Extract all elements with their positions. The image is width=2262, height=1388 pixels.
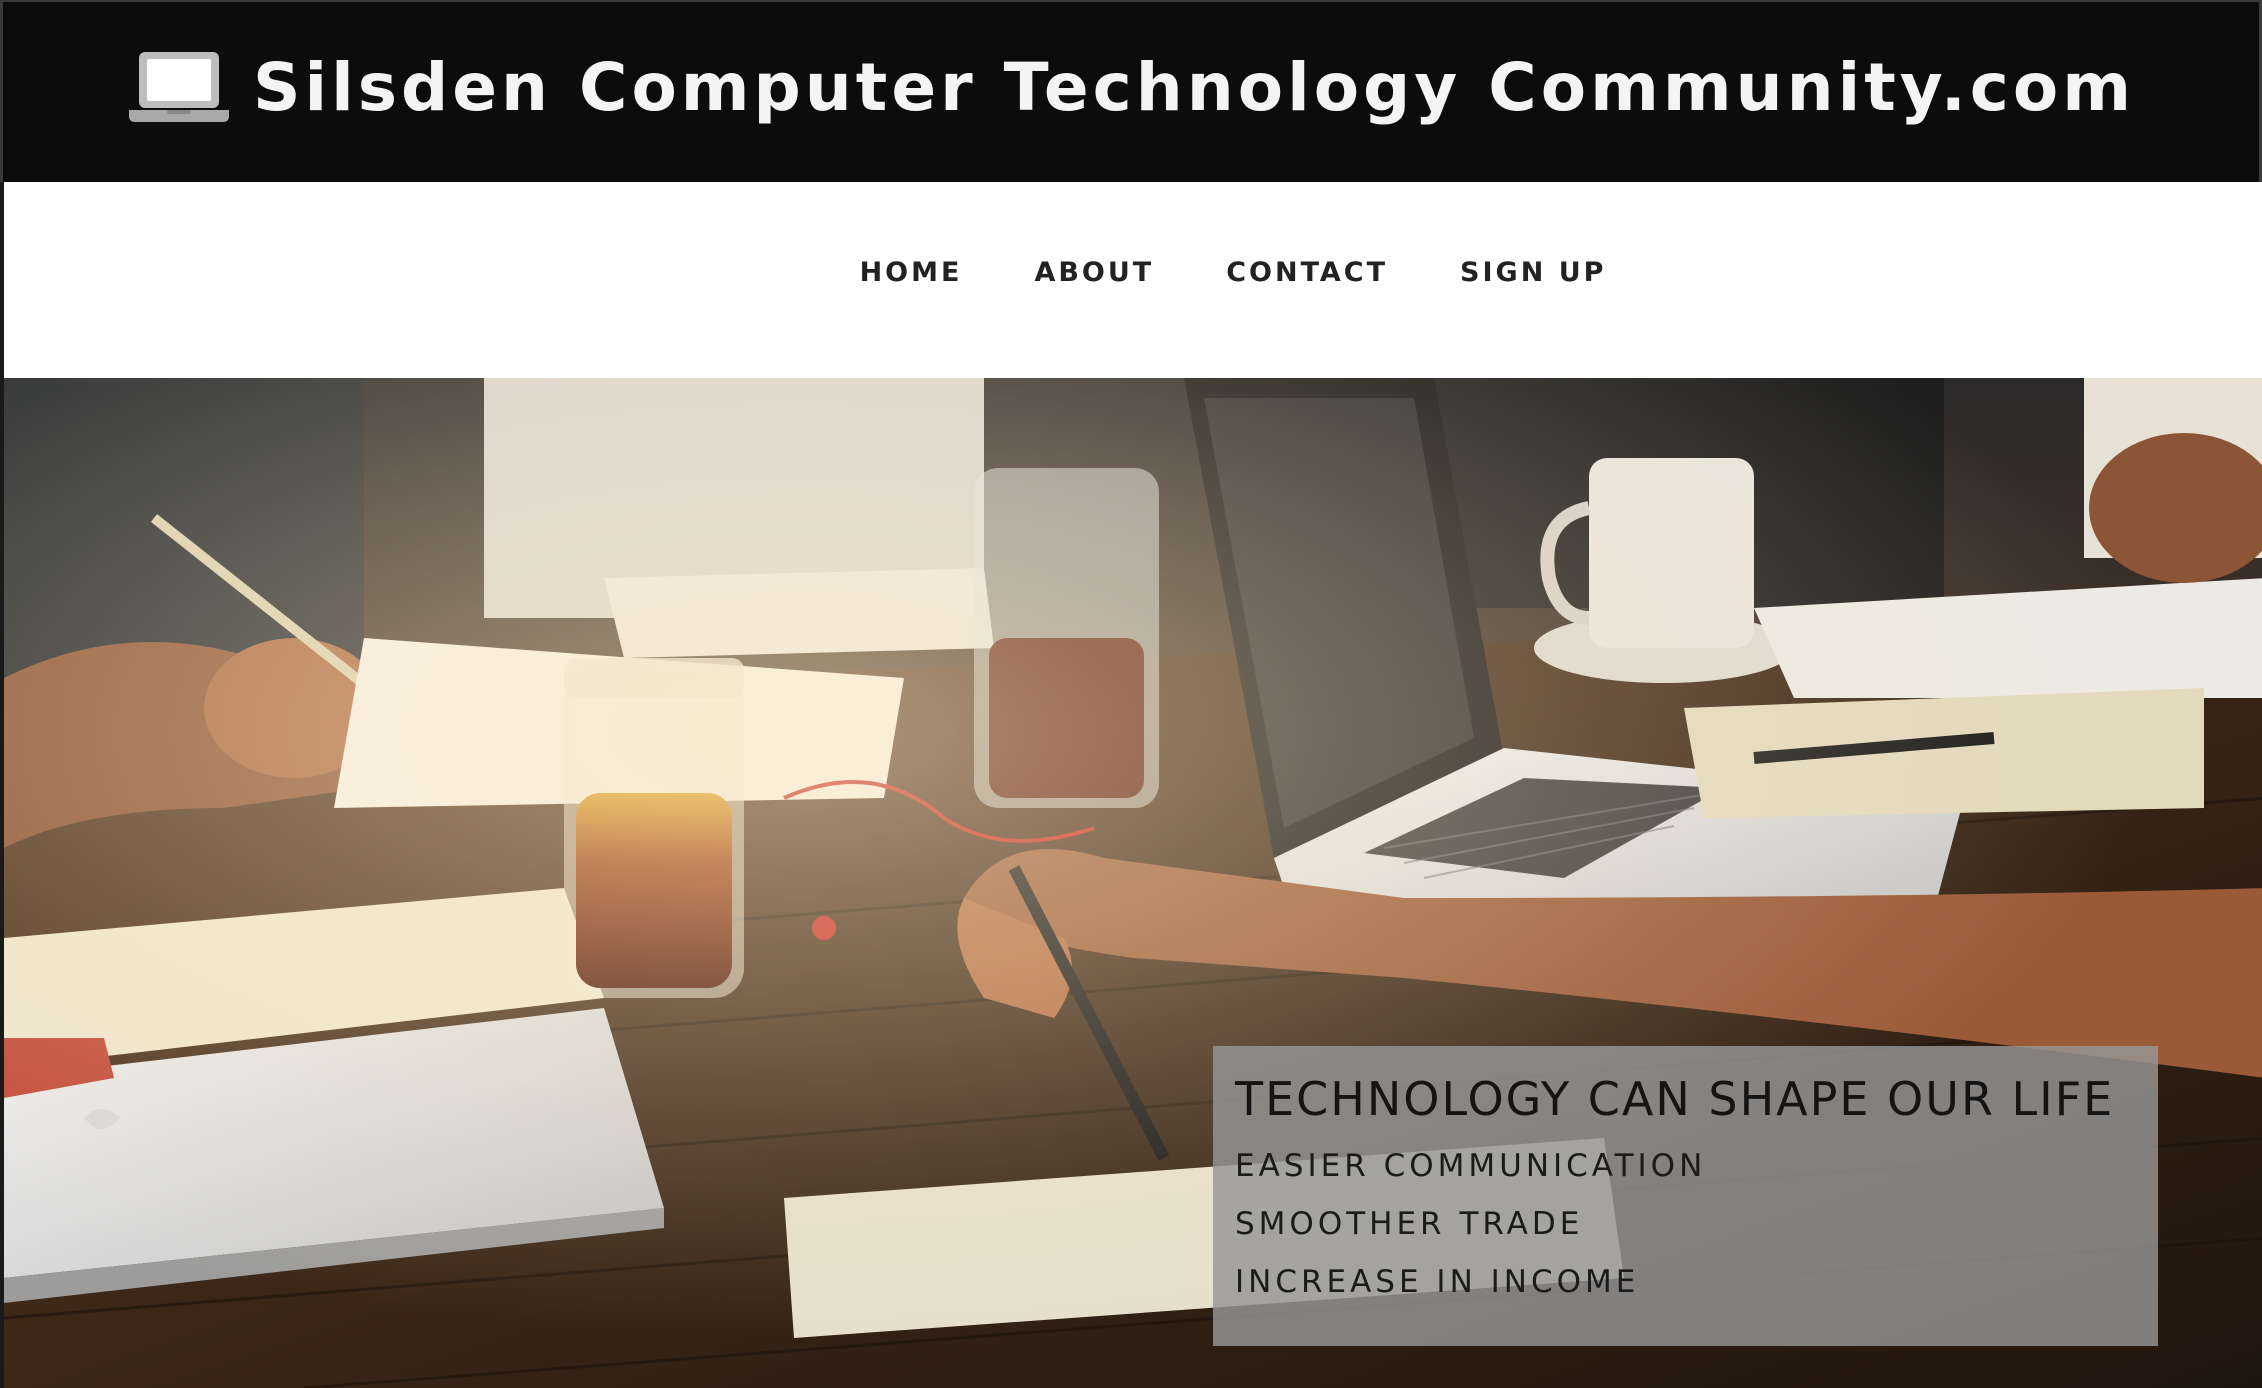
nav-link-about[interactable]: ABOUT [1034, 257, 1154, 288]
nav-list: HOME ABOUT CONTACT SIGN UP [860, 257, 1607, 288]
laptop-icon [128, 52, 229, 122]
brand[interactable]: Silsden Computer Technology Community.co… [127, 49, 2135, 126]
main-nav: HOME ABOUT CONTACT SIGN UP [0, 182, 2262, 378]
nav-link-home[interactable]: HOME [860, 257, 963, 288]
caption-title: TECHNOLOGY CAN SHAPE OUR LIFE [1235, 1072, 2115, 1126]
nav-item-home: HOME [860, 257, 963, 288]
nav-link-sign-up[interactable]: SIGN UP [1460, 257, 1606, 288]
hero-caption: TECHNOLOGY CAN SHAPE OUR LIFE EASIER COM… [1213, 1046, 2158, 1346]
caption-line-income: INCREASE IN INCOME [1235, 1264, 1640, 1300]
nav-item-sign-up: SIGN UP [1460, 257, 1606, 288]
caption-line-trade: SMOOTHER TRADE [1235, 1206, 1584, 1242]
site-header: Silsden Computer Technology Community.co… [0, 0, 2262, 182]
nav-item-contact: CONTACT [1226, 257, 1388, 288]
site-title: Silsden Computer Technology Community.co… [252, 48, 2136, 126]
nav-link-contact[interactable]: CONTACT [1226, 257, 1388, 288]
nav-item-about: ABOUT [1034, 257, 1154, 288]
caption-line-communication: EASIER COMMUNICATION [1235, 1148, 1707, 1184]
